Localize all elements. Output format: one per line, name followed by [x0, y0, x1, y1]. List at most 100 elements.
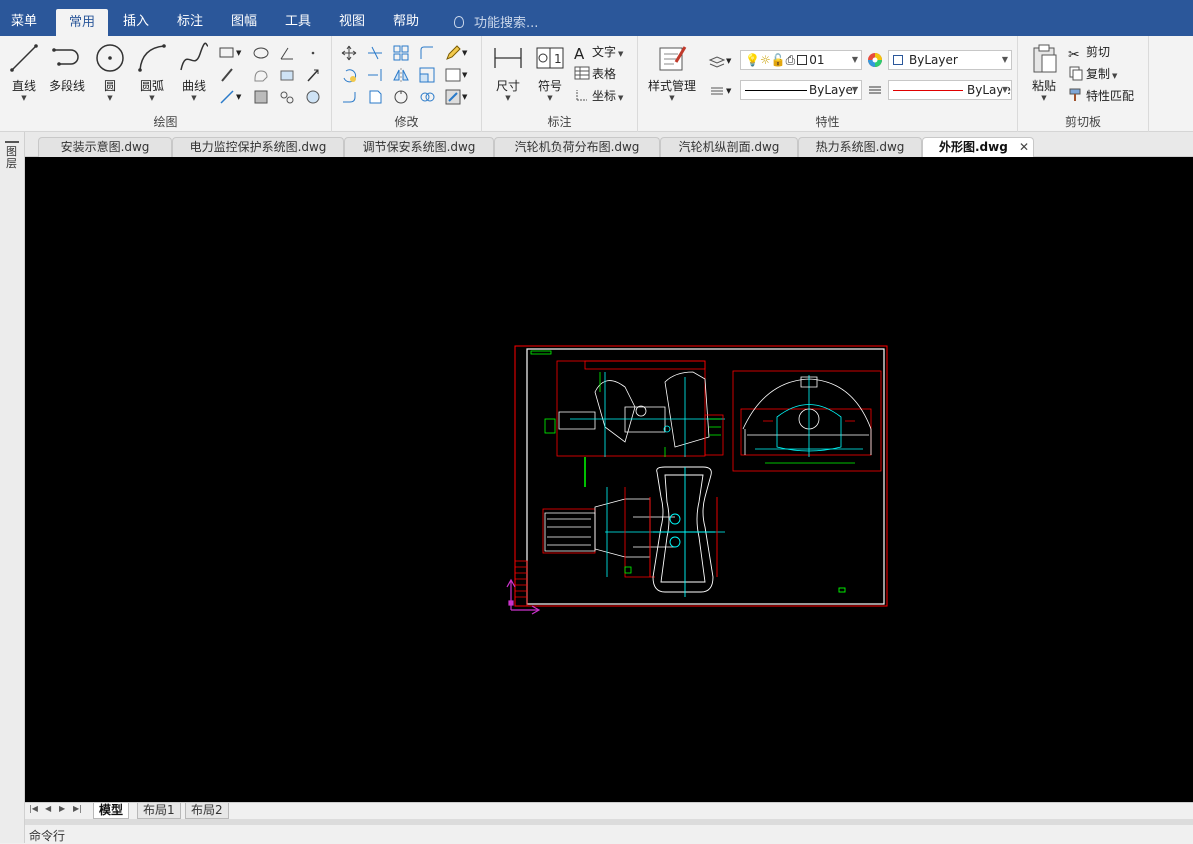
- drawing-canvas[interactable]: [25, 157, 1193, 802]
- sheet-outer-frame: [514, 345, 888, 607]
- fillet-icon[interactable]: [418, 44, 436, 62]
- menu-tab-insert[interactable]: 插入: [110, 0, 162, 36]
- explode-icon[interactable]: [418, 88, 436, 106]
- region-icon[interactable]: [304, 88, 322, 106]
- wipeout-icon[interactable]: [278, 66, 296, 84]
- paste-button[interactable]: 粘贴 ▼: [1024, 42, 1064, 102]
- color-select[interactable]: ByLayer ▼: [888, 50, 1012, 70]
- menu-tab-dimension[interactable]: 标注: [164, 0, 216, 36]
- spline-button[interactable]: 曲线 ▼: [174, 42, 214, 102]
- lineweight-icon[interactable]: [866, 81, 884, 99]
- menu-tab-help[interactable]: 帮助: [380, 0, 432, 36]
- style-manager-button[interactable]: 样式管理 ▼: [644, 42, 700, 102]
- cut-button[interactable]: ✂ 剪切: [1068, 42, 1111, 63]
- construction-line-icon[interactable]: [218, 66, 236, 84]
- hatch-icon[interactable]: [252, 88, 270, 106]
- layout-tab-layout1[interactable]: 布局1: [137, 803, 181, 819]
- linetype-value: ByLayer: [809, 83, 858, 97]
- last-layout-icon[interactable]: ▶|: [73, 804, 82, 813]
- front-view: [544, 360, 725, 457]
- chevron-down-icon[interactable]: ▼: [462, 88, 480, 106]
- draw-group-label: 绘图: [153, 115, 178, 129]
- move-icon[interactable]: [340, 44, 358, 62]
- circle-label: 圆: [103, 79, 116, 93]
- copy-button[interactable]: 复制 ▼: [1068, 64, 1117, 84]
- angle-icon[interactable]: [278, 44, 296, 62]
- pencil-icon[interactable]: [444, 44, 462, 62]
- menu-tab-tools[interactable]: 工具: [272, 0, 324, 36]
- dimension-button[interactable]: 尺寸 ▼: [488, 42, 528, 102]
- cad-drawing[interactable]: [25, 157, 1193, 802]
- match-properties-button[interactable]: 特性匹配: [1068, 86, 1134, 106]
- ribbon: 直线 ▼ 多段线 圆 ▼ 圆弧 ▼ 曲线 ▼ ▼ ▼ 绘图 ▼ ▼ ▼ 修改 尺…: [0, 36, 1193, 132]
- chevron-down-icon: ▼: [618, 94, 624, 102]
- text-button[interactable]: A 文字 ▼: [574, 42, 623, 62]
- clipboard-group: 粘贴 ▼ ✂ 剪切 复制 ▼ 特性匹配 剪切板: [1018, 36, 1149, 132]
- layer-select[interactable]: 💡☼🔓⎙ 01 ▼: [740, 50, 862, 70]
- layer-states-icon[interactable]: [708, 52, 726, 70]
- doc-tab-longitudinal-section[interactable]: 汽轮机纵剖面.dwg: [660, 137, 798, 157]
- coordinate-button[interactable]: 坐标 ▼: [574, 86, 623, 106]
- close-icon[interactable]: ✕: [1019, 138, 1029, 157]
- line-button[interactable]: 直线 ▼: [4, 42, 44, 102]
- list-lines-icon[interactable]: [708, 82, 726, 100]
- point-icon[interactable]: [304, 44, 322, 62]
- doc-tab-power-monitor[interactable]: 电力监控保护系统图.dwg: [172, 137, 344, 157]
- revision-cloud-icon[interactable]: [252, 66, 270, 84]
- command-line[interactable]: 命令行: [25, 825, 1193, 843]
- polyline-button[interactable]: 多段线: [44, 42, 90, 94]
- gradient-icon[interactable]: [278, 88, 296, 106]
- arc-button[interactable]: 圆弧 ▼: [132, 42, 172, 102]
- doc-tab-outline-drawing[interactable]: 外形图.dwg ✕: [922, 137, 1034, 157]
- cut-label: 剪切: [1086, 45, 1111, 59]
- feature-search[interactable]: 功能搜索...: [454, 12, 538, 31]
- lineweight-sample: [893, 90, 963, 91]
- symbol-button[interactable]: 1 符号 ▼: [530, 42, 570, 102]
- scale-icon[interactable]: [418, 66, 436, 84]
- chevron-down-icon[interactable]: ▼: [462, 66, 480, 84]
- offset-icon[interactable]: [392, 88, 410, 106]
- symbol-label: 符号: [537, 79, 562, 93]
- color-wheel-icon[interactable]: [866, 51, 884, 69]
- ray-icon[interactable]: [304, 66, 322, 84]
- table-button[interactable]: 表格: [574, 64, 616, 84]
- stretch-icon[interactable]: [340, 88, 358, 106]
- layers-panel-label[interactable]: 图层: [6, 146, 18, 170]
- menu-tab-view[interactable]: 视图: [326, 0, 378, 36]
- arc-icon: [136, 42, 168, 74]
- properties-edit-icon[interactable]: [444, 88, 462, 106]
- layout-tab-model[interactable]: 模型: [93, 803, 130, 819]
- circle-button[interactable]: 圆 ▼: [90, 42, 130, 102]
- lock-icon: 🔓: [770, 53, 786, 67]
- array-icon[interactable]: [392, 44, 410, 62]
- doc-tab-thermal-system[interactable]: 热力系统图.dwg: [798, 137, 922, 157]
- copy-object-icon[interactable]: [366, 88, 384, 106]
- prev-layout-icon[interactable]: ◀: [45, 804, 51, 813]
- doc-tab-load-distribution[interactable]: 汽轮机负荷分布图.dwg: [494, 137, 660, 157]
- block-icon[interactable]: [444, 66, 462, 84]
- clipboard-group-label: 剪切板: [1064, 115, 1101, 129]
- chevron-down-icon: ▼: [851, 55, 858, 64]
- mirror-icon[interactable]: [392, 66, 410, 84]
- paste-label: 粘贴: [1031, 79, 1056, 93]
- symbol-icon: 1: [534, 42, 566, 74]
- menu-tab-menu[interactable]: 菜单: [0, 0, 48, 36]
- linetype-select[interactable]: ByLayer ▼: [740, 80, 862, 100]
- trim-icon[interactable]: [366, 44, 384, 62]
- lineweight-select[interactable]: ByLaye ▼: [888, 80, 1012, 100]
- doc-tab-governor-system[interactable]: 调节保安系统图.dwg: [344, 137, 494, 157]
- next-layout-icon[interactable]: ▶: [59, 804, 65, 813]
- lightbulb-icon: [454, 16, 464, 28]
- first-layout-icon[interactable]: |◀: [29, 804, 38, 813]
- dimension-label: 尺寸: [495, 79, 520, 93]
- chevron-down-icon[interactable]: ▼: [462, 44, 480, 62]
- ellipse-icon[interactable]: [252, 44, 270, 62]
- doc-tab-install-diagram[interactable]: 安装示意图.dwg: [38, 137, 172, 157]
- menu-tab-home[interactable]: 常用: [56, 9, 108, 36]
- layout-tab-layout2[interactable]: 布局2: [185, 803, 229, 819]
- xline-icon[interactable]: [218, 88, 236, 106]
- extend-icon[interactable]: [366, 66, 384, 84]
- menu-tab-frame[interactable]: 图幅: [218, 0, 270, 36]
- rotate-icon[interactable]: [340, 66, 358, 84]
- rectangle-icon[interactable]: [218, 44, 236, 62]
